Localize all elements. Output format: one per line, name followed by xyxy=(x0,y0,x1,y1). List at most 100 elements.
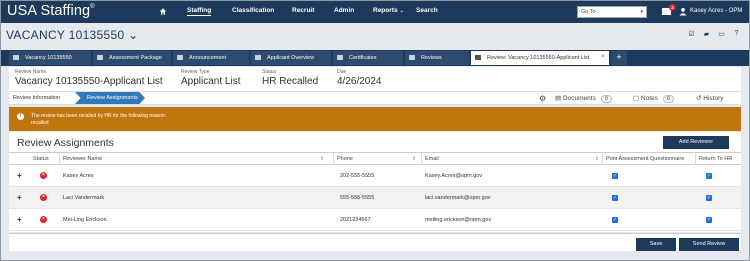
document-icon: ▤ xyxy=(555,95,563,102)
nav-recruit[interactable]: Recruit xyxy=(292,7,314,14)
nav-admin[interactable]: Admin xyxy=(334,7,354,14)
return-to-hr-checkbox[interactable]: ✓ xyxy=(706,217,712,223)
documents-count: 0 xyxy=(600,95,612,103)
add-reviewer-button[interactable]: Add Reviewer xyxy=(663,136,729,149)
return-to-hr-checkbox[interactable]: ✓ xyxy=(706,195,712,201)
user-menu[interactable]: Kasey Acres - OPM xyxy=(690,8,742,14)
review-info-panel: Review Name Vacancy 10135550-Applicant L… xyxy=(9,67,741,91)
nav-reports[interactable]: Reports ⌄ xyxy=(373,7,404,14)
column-divider xyxy=(59,153,60,165)
folder-icon xyxy=(97,55,103,60)
review-name-value: Vacancy 10135550-Applicant List xyxy=(15,76,163,87)
save-button[interactable]: Save xyxy=(636,238,676,251)
reviewer-email: laci.vandermark@opm.gov xyxy=(425,195,491,201)
chevron-down-icon: ⌄ xyxy=(399,8,404,14)
col-print-questionnaire[interactable]: Print Assessment Questionnaire xyxy=(606,156,684,162)
app-window: USA Staffing® Staffing Classification Re… xyxy=(0,0,750,261)
col-status[interactable]: Status xyxy=(33,156,49,162)
reviewer-email: meiling.erickson@opm.gov xyxy=(425,217,492,223)
table-header: Status Reviewer Name ⇕ Phone ⇕ Email ⇕ P… xyxy=(9,152,741,165)
checklist-icon[interactable]: ☑ xyxy=(687,30,696,38)
col-phone[interactable]: Phone xyxy=(337,156,353,162)
table-row: + × Laci Vandermark 555-555-5555 laci.va… xyxy=(9,187,741,209)
user-icon[interactable] xyxy=(679,7,687,16)
goto-input[interactable]: Go To ▾ xyxy=(577,6,647,18)
mail-count-badge: 2 xyxy=(669,4,676,11)
review-name-label: Review Name xyxy=(15,69,47,75)
expand-icon[interactable]: + xyxy=(17,193,22,202)
thumbs-up-icon xyxy=(475,55,481,60)
status-x-icon: × xyxy=(40,216,47,223)
nav-search[interactable]: Search xyxy=(416,7,438,14)
home-icon[interactable] xyxy=(159,7,167,16)
documents-button[interactable]: ▤ Documents 0 xyxy=(555,94,612,103)
col-reviewer-name[interactable]: Reviewer Name xyxy=(63,156,102,162)
print-questionnaire-checkbox[interactable]: ✓ xyxy=(612,195,618,201)
sort-icon[interactable]: ⇕ xyxy=(320,156,324,162)
briefcase-icon[interactable]: ▰ xyxy=(702,30,711,38)
app-logo[interactable]: USA Staffing® xyxy=(7,3,95,19)
review-assignments-panel: Review Assignments Add Reviewer Status R… xyxy=(9,132,741,232)
chat-icon[interactable]: ▭ xyxy=(717,30,726,38)
reviewer-phone: 555-555-5555 xyxy=(340,195,375,201)
review-type-label: Review Type xyxy=(181,69,210,75)
gear-icon[interactable]: ⚙ xyxy=(539,94,548,103)
tab-announcement[interactable]: Announcement xyxy=(173,51,249,65)
section-title: Review Assignments xyxy=(17,137,114,149)
recall-alert: ! The review has been recalled by HR for… xyxy=(9,107,741,131)
nav-classification[interactable]: Classification xyxy=(232,7,274,14)
expand-icon[interactable]: + xyxy=(17,171,22,180)
reviewer-name: Laci Vandermark xyxy=(63,195,105,201)
column-divider xyxy=(421,153,422,165)
tab-certificates[interactable]: Certificates xyxy=(333,51,403,65)
thumbs-up-icon xyxy=(409,55,415,60)
status-value: HR Recalled xyxy=(262,76,319,87)
status-label: Status xyxy=(262,69,277,75)
step-review-information[interactable]: Review Information xyxy=(9,92,64,104)
sort-icon[interactable]: ⇕ xyxy=(412,156,416,162)
certificate-icon xyxy=(337,55,343,60)
reviewer-phone: 2021234567 xyxy=(340,217,371,223)
add-tab-button[interactable]: + xyxy=(611,51,627,65)
column-divider xyxy=(333,153,334,165)
column-divider xyxy=(695,153,696,165)
action-footer: Save Send Review xyxy=(9,233,741,251)
history-button[interactable]: ↺ History xyxy=(696,94,724,102)
chevron-down-icon: ⌄ xyxy=(128,28,139,42)
print-questionnaire-checkbox[interactable]: ✓ xyxy=(612,173,618,179)
expand-icon[interactable]: + xyxy=(17,215,22,224)
print-questionnaire-checkbox[interactable]: ✓ xyxy=(612,217,618,223)
tab-applicant-overview[interactable]: Applicant Overview xyxy=(251,51,331,65)
alert-message: The review has been recalled by HR for t… xyxy=(31,113,167,119)
top-nav-bar: USA Staffing® Staffing Classification Re… xyxy=(1,1,749,23)
nav-staffing[interactable]: Staffing xyxy=(187,7,212,16)
review-type-value: Applicant List xyxy=(181,76,241,87)
col-return-to-hr[interactable]: Return To HR xyxy=(699,156,732,162)
help-icon[interactable]: ? xyxy=(732,30,741,38)
send-review-button[interactable]: Send Review xyxy=(679,238,739,251)
users-icon xyxy=(255,55,261,60)
reviewer-email: Kasey.Acres@opm.gov xyxy=(425,173,483,179)
due-value: 4/26/2024 xyxy=(337,76,382,87)
step-review-assignments[interactable]: Review Assignments xyxy=(75,92,145,104)
vacancy-title[interactable]: VACANCY 10135550 ⌄ xyxy=(6,28,138,42)
tab-reviews[interactable]: Reviews xyxy=(405,51,469,65)
breadcrumb: Review Information Review Assignments ⚙ … xyxy=(9,91,741,105)
sort-icon[interactable]: ⇕ xyxy=(595,156,599,162)
notes-button[interactable]: ▢ Notes 0 xyxy=(633,94,674,103)
tab-vacancy[interactable]: Vacancy 10135550 xyxy=(9,51,91,65)
chevron-down-icon: ▾ xyxy=(640,9,643,15)
reviewer-name: Mei-Ling Erickson xyxy=(63,217,107,223)
reviewer-phone: 202-555-5555 xyxy=(340,173,375,179)
tab-review-applicant-list[interactable]: Review: Vacancy 10135550-Applicant List × xyxy=(471,51,609,65)
table-row: + × Mei-Ling Erickson 2021234567 meiling… xyxy=(9,209,741,231)
column-divider xyxy=(602,153,603,165)
col-email[interactable]: Email xyxy=(425,156,439,162)
return-to-hr-checkbox[interactable]: ✓ xyxy=(706,173,712,179)
notes-count: 0 xyxy=(662,95,674,103)
notes-icon: ▢ xyxy=(633,95,641,102)
header-toolbar: ☑ ▰ ▭ ? xyxy=(687,30,741,38)
alert-reason: recalled xyxy=(31,120,49,126)
close-icon[interactable]: × xyxy=(601,54,605,60)
tab-assessment-package[interactable]: Assessment Package xyxy=(93,51,171,65)
